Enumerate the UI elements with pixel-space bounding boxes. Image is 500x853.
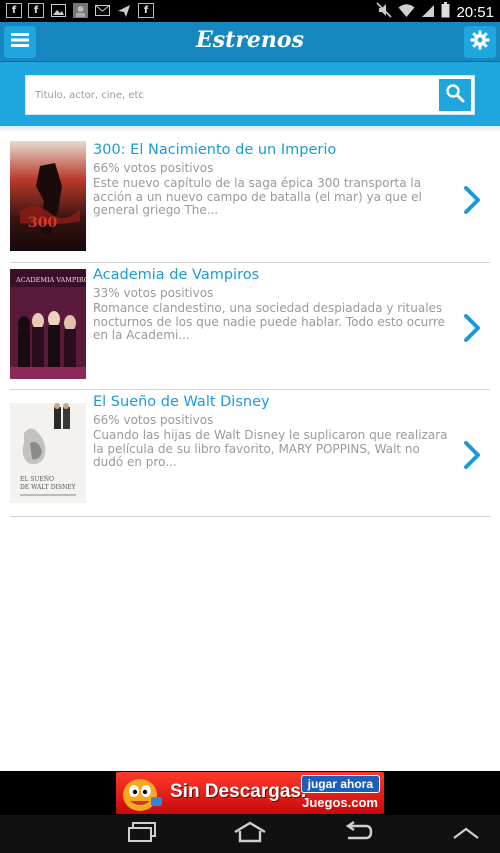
- gear-icon: [470, 30, 490, 54]
- movie-text: Academia de Vampiros 33% votos positivos…: [93, 265, 448, 343]
- wifi-icon: [398, 3, 415, 22]
- signal-icon: [421, 3, 435, 22]
- recent-apps-button[interactable]: [122, 821, 162, 847]
- movie-item-vampiros[interactable]: ACADEMIA VAMPIROS Academia de Vampiros 3…: [10, 263, 490, 390]
- settings-button[interactable]: [464, 26, 496, 58]
- clock: 20:51: [456, 3, 494, 21]
- ad-brand: Juegos.com: [302, 795, 378, 810]
- mute-icon: [376, 2, 393, 22]
- status-bar: f f f 20:51: [0, 0, 500, 22]
- movie-item-walt-disney[interactable]: EL SUEÑO DE WALT DISNEY El Sueño de Walt…: [10, 390, 490, 517]
- system-icons: 20:51: [376, 2, 494, 22]
- chevron-right-icon[interactable]: [462, 313, 484, 343]
- svg-text:EL SUEÑO: EL SUEÑO: [20, 475, 54, 483]
- gallery-icon: [50, 3, 66, 18]
- search-input[interactable]: [26, 76, 438, 114]
- movie-description: Este nuevo capítulo de la saga épica 300…: [93, 176, 422, 217]
- ad-play-button[interactable]: jugar ahora: [300, 775, 380, 793]
- app-header: Estrenos: [0, 22, 500, 62]
- send-icon: [116, 3, 132, 18]
- home-icon: [232, 821, 268, 847]
- ad-creative[interactable]: Sin Descargas. jugar ahora Juegos.com: [116, 772, 384, 814]
- photo-icon: [72, 3, 88, 18]
- chevron-right-icon[interactable]: [462, 440, 484, 470]
- search-button[interactable]: [439, 79, 471, 111]
- ad-headline: Sin Descargas.: [170, 781, 307, 802]
- notification-icons: f f f: [6, 3, 154, 18]
- search-icon: [445, 83, 465, 107]
- movie-text: El Sueño de Walt Disney 66% votos positi…: [93, 392, 448, 470]
- search-shadow: [0, 126, 500, 132]
- facebook-icon: f: [28, 3, 44, 18]
- search-box: [25, 75, 475, 115]
- movie-description: Cuando las hijas de Walt Disney le supli…: [93, 428, 448, 469]
- movie-text: 300: El Nacimiento de un Imperio 66% vot…: [93, 140, 448, 218]
- movie-title[interactable]: 300: El Nacimiento de un Imperio: [93, 140, 448, 160]
- chevron-right-icon[interactable]: [462, 185, 484, 215]
- svg-text:DE WALT DISNEY: DE WALT DISNEY: [20, 484, 77, 491]
- back-button[interactable]: [338, 821, 378, 847]
- menu-up-button[interactable]: [446, 821, 486, 847]
- movie-votes: 66% votos positivos: [93, 413, 214, 427]
- movie-item-300[interactable]: 300 300: El Nacimiento de un Imperio 66%…: [10, 138, 490, 263]
- home-button[interactable]: [230, 821, 270, 847]
- search-bar: [0, 62, 500, 126]
- movie-poster: 300: [10, 141, 86, 251]
- email-icon: [94, 3, 110, 18]
- movie-poster: ACADEMIA VAMPIROS: [10, 269, 94, 379]
- svg-text:ACADEMIA VAMPIROS: ACADEMIA VAMPIROS: [15, 276, 86, 284]
- back-icon: [342, 821, 374, 847]
- mascot-icon: [118, 773, 164, 813]
- recent-apps-icon: [126, 822, 158, 846]
- movie-title[interactable]: Academia de Vampiros: [93, 265, 448, 285]
- movie-description: Romance clandestino, una sociedad despia…: [93, 301, 446, 342]
- movie-votes: 66% votos positivos: [93, 161, 214, 175]
- movie-votes: 33% votos positivos: [93, 286, 214, 300]
- facebook-icon: f: [138, 3, 154, 18]
- movie-poster: EL SUEÑO DE WALT DISNEY: [10, 403, 86, 513]
- system-nav-bar: [0, 815, 500, 853]
- movie-title[interactable]: El Sueño de Walt Disney: [93, 392, 448, 412]
- battery-icon: [441, 2, 450, 22]
- movie-list: 300 300: El Nacimiento de un Imperio 66%…: [10, 138, 490, 517]
- facebook-icon: f: [6, 3, 22, 18]
- svg-text:300: 300: [28, 215, 57, 231]
- up-chevron-icon: [452, 825, 480, 844]
- page-title: Estrenos: [196, 27, 304, 53]
- ad-banner: Sin Descargas. jugar ahora Juegos.com: [0, 771, 500, 815]
